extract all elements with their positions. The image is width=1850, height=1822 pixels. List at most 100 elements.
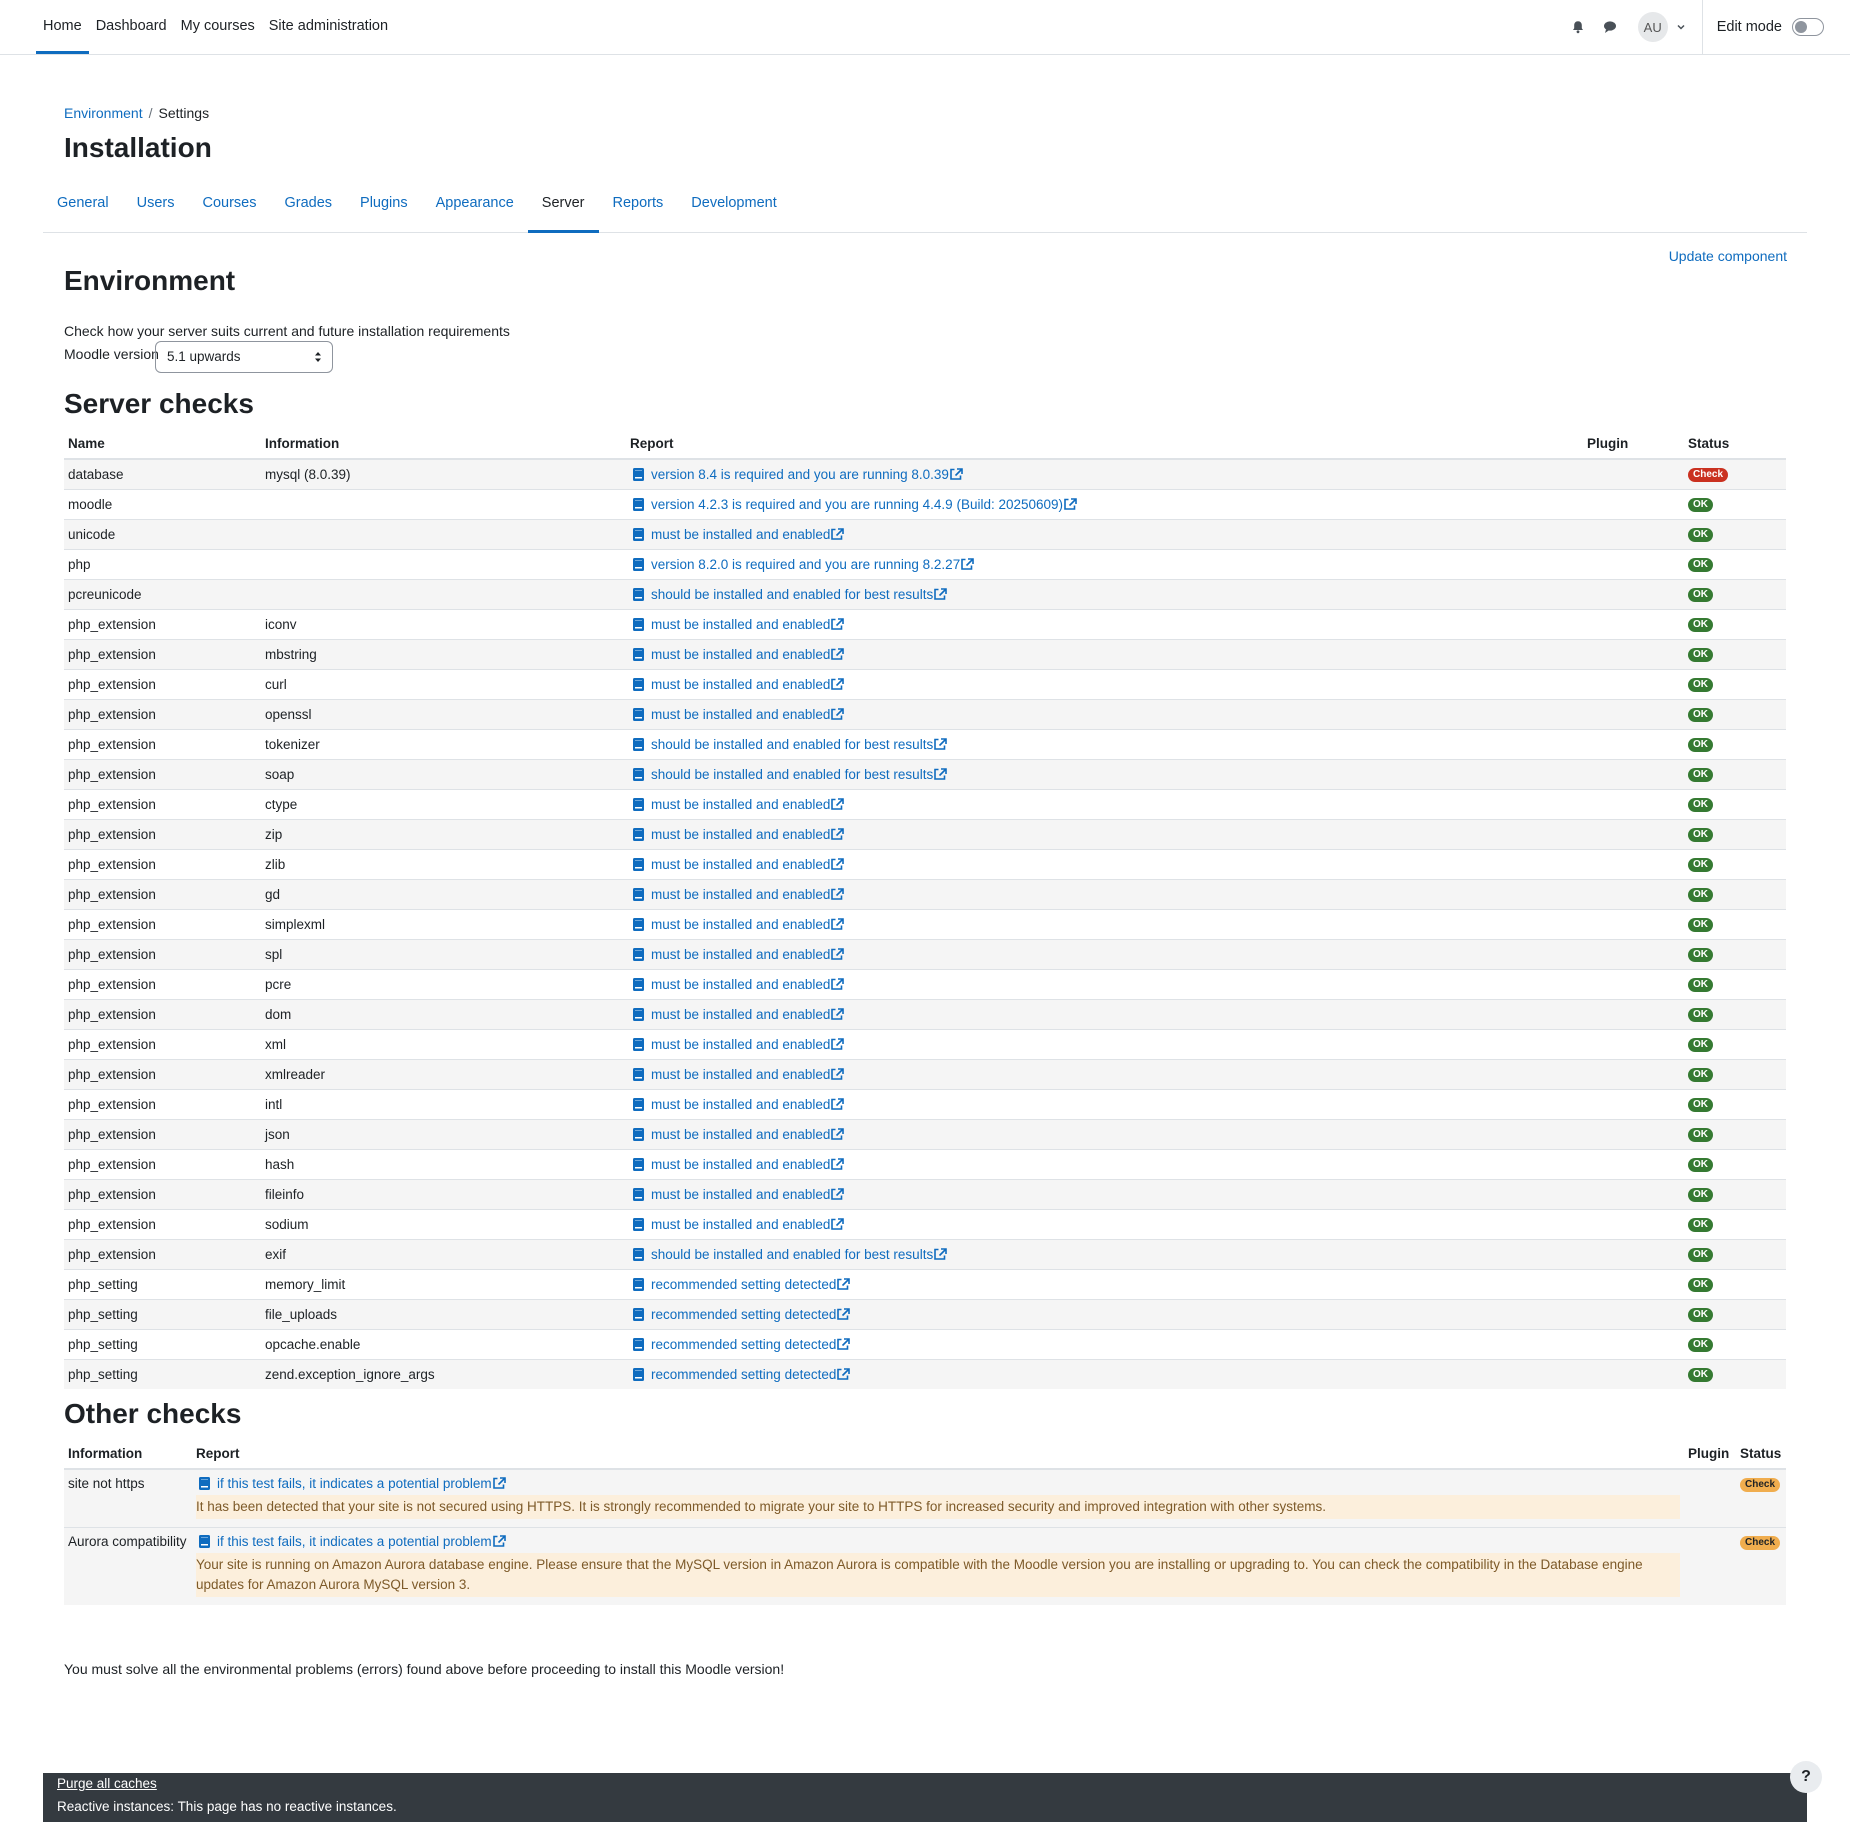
- report-link[interactable]: must be installed and enabled: [651, 947, 830, 962]
- report-link[interactable]: recommended setting detected: [651, 1307, 836, 1322]
- tab-users[interactable]: Users: [123, 180, 189, 232]
- status-badge: OK: [1688, 1338, 1713, 1352]
- breadcrumb-environment[interactable]: Environment: [64, 105, 143, 121]
- report-link[interactable]: must be installed and enabled: [651, 827, 830, 842]
- tab-appearance[interactable]: Appearance: [422, 180, 528, 232]
- report-link[interactable]: must be installed and enabled: [651, 917, 830, 932]
- report-link[interactable]: if this test fails, it indicates a poten…: [217, 1534, 492, 1549]
- book-icon: [633, 707, 644, 721]
- check-name: php_extension: [64, 638, 261, 669]
- check-status: OK: [1684, 1268, 1786, 1299]
- user-menu-area: AU Edit mode: [1562, 0, 1824, 54]
- report-link[interactable]: must be installed and enabled: [651, 1067, 830, 1082]
- report-link[interactable]: recommended setting detected: [651, 1367, 836, 1382]
- report-link[interactable]: should be installed and enabled for best…: [651, 737, 933, 752]
- check-status: OK: [1684, 488, 1786, 519]
- check-name: php_setting: [64, 1268, 261, 1299]
- report-link[interactable]: must be installed and enabled: [651, 797, 830, 812]
- report-link[interactable]: must be installed and enabled: [651, 527, 830, 542]
- report-link[interactable]: must be installed and enabled: [651, 707, 830, 722]
- report-link[interactable]: version 8.2.0 is required and you are ru…: [651, 557, 960, 572]
- nav-site-administration[interactable]: Site administration: [262, 0, 395, 54]
- notifications-button[interactable]: [1562, 11, 1594, 43]
- update-component-link[interactable]: Update component: [1669, 248, 1787, 264]
- help-button[interactable]: ?: [1790, 1761, 1822, 1793]
- messages-button[interactable]: [1594, 11, 1626, 43]
- select-arrows-icon: [315, 352, 321, 362]
- column-header-report: Report: [626, 428, 1583, 460]
- report-link[interactable]: must be installed and enabled: [651, 1007, 830, 1022]
- tab-grades[interactable]: Grades: [270, 180, 346, 232]
- nav-my-courses[interactable]: My courses: [174, 0, 262, 54]
- report-link[interactable]: should be installed and enabled for best…: [651, 767, 933, 782]
- report-link[interactable]: recommended setting detected: [651, 1337, 836, 1352]
- table-row: php_setting memory_limit recommended setti…: [64, 1268, 1786, 1299]
- check-status: OK: [1684, 1238, 1786, 1269]
- avatar[interactable]: AU: [1637, 12, 1668, 42]
- check-information: curl: [261, 668, 626, 699]
- environment-error-message: You must solve all the environmental pro…: [64, 1661, 785, 1677]
- report-link[interactable]: must be installed and enabled: [651, 887, 830, 902]
- check-information: iconv: [261, 608, 626, 639]
- report-link[interactable]: must be installed and enabled: [651, 647, 830, 662]
- report-link[interactable]: must be installed and enabled: [651, 677, 830, 692]
- check-information: openssl: [261, 698, 626, 729]
- check-information: exif: [261, 1238, 626, 1269]
- report-link[interactable]: should be installed and enabled for best…: [651, 1247, 933, 1262]
- check-status: OK: [1684, 548, 1786, 579]
- check-information: soap: [261, 758, 626, 789]
- status-badge: OK: [1688, 1248, 1713, 1262]
- tab-reports[interactable]: Reports: [599, 180, 678, 232]
- check-information: pcre: [261, 968, 626, 999]
- check-report: version 8.2.0 is required and you are ru…: [626, 548, 1583, 579]
- tab-plugins[interactable]: Plugins: [346, 180, 422, 232]
- book-icon: [633, 1067, 644, 1081]
- report-link[interactable]: must be installed and enabled: [651, 1187, 830, 1202]
- report-link[interactable]: if this test fails, it indicates a poten…: [217, 1476, 492, 1491]
- check-status: OK: [1684, 1148, 1786, 1179]
- external-link-icon: [831, 617, 845, 630]
- table-row: php_extension mbstring must be installed a…: [64, 638, 1786, 669]
- report-link[interactable]: must be installed and enabled: [651, 1127, 830, 1142]
- report-link[interactable]: version 4.2.3 is required and you are ru…: [651, 497, 1063, 512]
- report-link[interactable]: must be installed and enabled: [651, 1037, 830, 1052]
- column-header-information: Information: [261, 428, 626, 460]
- status-badge: OK: [1688, 648, 1713, 662]
- nav-home[interactable]: Home: [36, 0, 89, 54]
- column-header-status: Status: [1684, 428, 1786, 460]
- moodle-version-select[interactable]: 5.1 upwards: [155, 341, 333, 373]
- report-link[interactable]: must be installed and enabled: [651, 977, 830, 992]
- purge-caches-link[interactable]: Purge all caches: [57, 1774, 157, 1794]
- status-badge: OK: [1688, 1098, 1713, 1112]
- nav-dashboard[interactable]: Dashboard: [89, 0, 174, 54]
- tab-development[interactable]: Development: [677, 180, 790, 232]
- check-report: recommended setting detected: [626, 1268, 1583, 1299]
- check-information: opcache.enable: [261, 1328, 626, 1359]
- report-link[interactable]: should be installed and enabled for best…: [651, 587, 933, 602]
- report-link[interactable]: must be installed and enabled: [651, 1217, 830, 1232]
- check-report: should be installed and enabled for best…: [626, 1238, 1583, 1269]
- report-link[interactable]: must be installed and enabled: [651, 617, 830, 632]
- tab-general[interactable]: General: [43, 180, 123, 232]
- report-link[interactable]: must be installed and enabled: [651, 1157, 830, 1172]
- report-link[interactable]: recommended setting detected: [651, 1277, 836, 1292]
- report-link[interactable]: version 8.4 is required and you are runn…: [651, 467, 949, 482]
- tab-courses[interactable]: Courses: [188, 180, 270, 232]
- check-information: tokenizer: [261, 728, 626, 759]
- book-icon: [633, 1127, 644, 1141]
- table-row: php_extension simplexml must be installed …: [64, 908, 1786, 939]
- bell-icon: [1572, 21, 1583, 34]
- edit-mode-toggle[interactable]: [1792, 18, 1824, 36]
- check-name: php_extension: [64, 1058, 261, 1089]
- check-name: php_setting: [64, 1358, 261, 1389]
- check-information: memory_limit: [261, 1268, 626, 1299]
- report-link[interactable]: must be installed and enabled: [651, 857, 830, 872]
- tab-server[interactable]: Server: [527, 180, 599, 233]
- check-name: php_extension: [64, 758, 261, 789]
- table-row: php_extension iconv must be installed and …: [64, 608, 1786, 639]
- status-badge: OK: [1688, 1038, 1713, 1052]
- user-menu-toggle[interactable]: [1672, 18, 1690, 36]
- book-icon: [633, 797, 644, 811]
- table-row: database mysql (8.0.39) version 8.4 is req…: [64, 458, 1786, 489]
- report-link[interactable]: must be installed and enabled: [651, 1097, 830, 1112]
